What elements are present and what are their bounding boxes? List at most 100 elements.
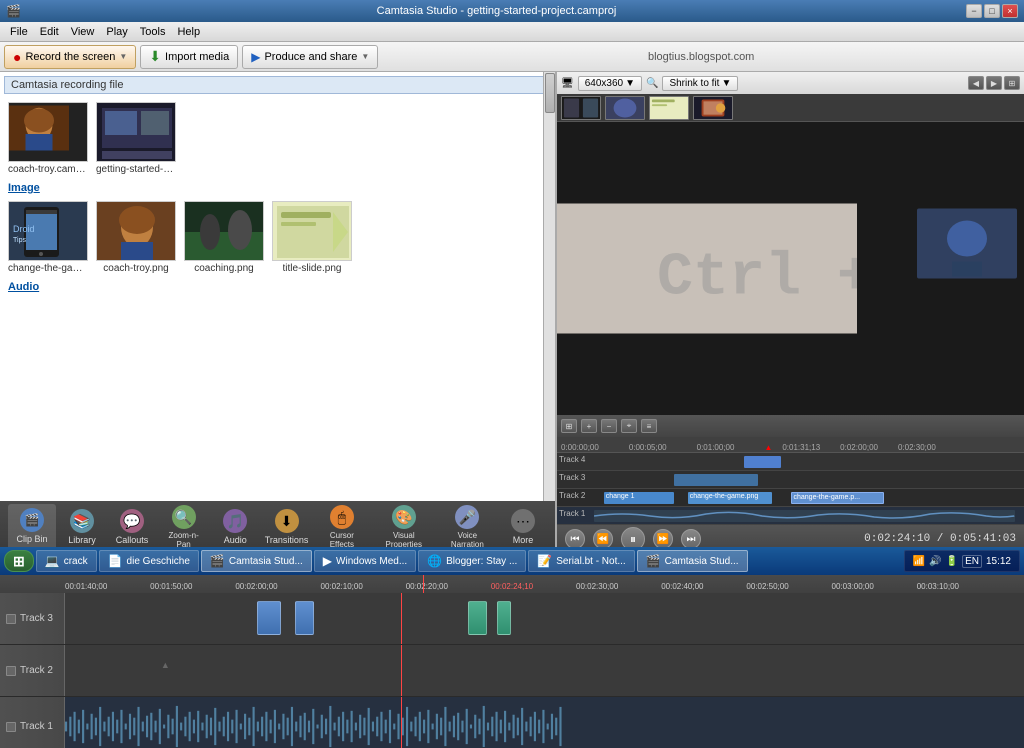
- main-timeline: 🔍 🔍 ✂ ⎘ 📋 🗑 ⚙ 00:01:40;00 00:01:50;00 00…: [0, 553, 1024, 748]
- mini-tl-btn5[interactable]: ≡: [641, 419, 657, 433]
- preview-thumb-1[interactable]: [561, 96, 601, 120]
- taskbar-item-die-geschichte[interactable]: 📄 die Geschiche: [99, 550, 199, 572]
- track-2-content[interactable]: ▲: [65, 645, 1024, 696]
- close-button[interactable]: ×: [1002, 4, 1018, 18]
- size-dropdown-arrow[interactable]: ▼: [625, 78, 635, 89]
- taskbar-item-serial[interactable]: 📝 Serial.bt - Not...: [528, 550, 634, 572]
- produce-share-button[interactable]: ▶ Produce and share ▼: [242, 45, 378, 69]
- preview-size-selector[interactable]: 640x360 ▼: [578, 76, 642, 91]
- track-clip[interactable]: [468, 601, 487, 635]
- video-preview-area: Ctrl +: [557, 122, 1024, 415]
- track-clip[interactable]: [497, 601, 511, 635]
- getting-started-thumb: [96, 102, 176, 162]
- produce-dropdown-arrow[interactable]: ▼: [361, 52, 369, 61]
- effects-tab-bar: 🎬 Clip Bin 📚 Library 💬 Callouts 🔍 Zoom-n…: [0, 501, 555, 553]
- minimize-button[interactable]: −: [966, 4, 982, 18]
- coach-troy-camrec-thumb: [8, 102, 88, 162]
- mini-track-3: Track 3: [557, 471, 1024, 489]
- taskbar-item-blogger[interactable]: 🌐 Blogger: Stay ...: [418, 550, 526, 572]
- track-3-label: Track 3: [0, 593, 65, 644]
- clip-bin-scrollbar[interactable]: [543, 72, 555, 501]
- left-panel: Camtasia recording file coach-troy.camre…: [0, 72, 557, 553]
- list-item[interactable]: Droid Tips change-the-game...: [8, 201, 88, 274]
- menu-tools[interactable]: Tools: [134, 24, 172, 40]
- track-3-lock[interactable]: [6, 614, 16, 624]
- track-row-3: Track 3: [0, 593, 1024, 645]
- mini-timeline: ⊞ + − ⌖ ≡ 0:00:00;00 0:00:05;00 0:01:00;…: [557, 415, 1024, 525]
- track-row-2: Track 2 ▲: [0, 645, 1024, 697]
- mini-tl-btn4[interactable]: ⌖: [621, 419, 637, 433]
- video-media-grid: coach-troy.camrec getting-started-pr...: [0, 98, 555, 179]
- mini-tl-btn1[interactable]: ⊞: [561, 419, 577, 433]
- track-2-lock[interactable]: [6, 666, 16, 676]
- list-item[interactable]: coach-troy.png: [96, 201, 176, 274]
- record-dropdown-arrow[interactable]: ▼: [119, 52, 127, 61]
- track-3-content[interactable]: [65, 593, 1024, 644]
- tab-library[interactable]: 📚 Library: [58, 505, 106, 549]
- tab-voice-narration[interactable]: 🎤 Voice Narration: [438, 501, 497, 553]
- list-item[interactable]: coach-troy.camrec: [8, 102, 88, 175]
- tab-callouts[interactable]: 💬 Callouts: [108, 505, 156, 549]
- toolbar-watermark: blogtius.blogspot.com: [382, 51, 1020, 63]
- track-clip[interactable]: [257, 601, 281, 635]
- record-screen-button[interactable]: ● Record the screen ▼: [4, 45, 136, 69]
- menu-view[interactable]: View: [65, 24, 101, 40]
- camtasia-recording-section: Camtasia recording file: [4, 76, 551, 94]
- mini-tl-btn2[interactable]: +: [581, 419, 597, 433]
- tab-zoom-pan[interactable]: 🔍 Zoom-n-Pan: [158, 501, 209, 553]
- menu-file[interactable]: File: [4, 24, 34, 40]
- step-forward-button[interactable]: ⏩: [653, 529, 673, 549]
- track-1-label: Track 1: [0, 697, 65, 748]
- preview-toolbar: 🖥 640x360 ▼ 🔍 Shrink to fit ▼ ◀ ▶ ⊞: [557, 72, 1024, 94]
- tab-clip-bin[interactable]: 🎬 Clip Bin: [8, 504, 56, 550]
- preview-thumb-4[interactable]: [693, 96, 733, 120]
- list-item[interactable]: getting-started-pr...: [96, 102, 176, 175]
- list-item[interactable]: coaching.png: [184, 201, 264, 274]
- tab-audio[interactable]: 🎵 Audio: [211, 505, 259, 549]
- preview-thumb-2[interactable]: [605, 96, 645, 120]
- preview-btn-2[interactable]: ▶: [986, 76, 1002, 90]
- right-panel: 🖥 640x360 ▼ 🔍 Shrink to fit ▼ ◀ ▶ ⊞: [557, 72, 1024, 553]
- taskbar-item-crack[interactable]: 💻 crack: [36, 550, 97, 572]
- playback-time: 0:02:24:10 / 0:05:41:03: [864, 533, 1016, 545]
- taskbar-item-camtasia2[interactable]: 🎬 Camtasia Stud...: [637, 550, 748, 572]
- step-back-button[interactable]: ⏪: [593, 529, 613, 549]
- scrollbar-thumb[interactable]: [545, 73, 555, 113]
- track-1-lock[interactable]: [6, 722, 16, 732]
- start-button[interactable]: ⊞: [4, 550, 34, 572]
- produce-icon: ▶: [251, 50, 260, 64]
- fit-mode-selector[interactable]: Shrink to fit ▼: [662, 76, 738, 91]
- maximize-button[interactable]: □: [984, 4, 1000, 18]
- taskbar: ⊞ 💻 crack 📄 die Geschiche 🎬 Camtasia Stu…: [0, 547, 1024, 575]
- track-row-1: Track 1: [0, 697, 1024, 748]
- taskbar-item-camtasia[interactable]: 🎬 Camtasia Stud...: [201, 550, 312, 572]
- menu-help[interactable]: Help: [171, 24, 206, 40]
- skip-to-end-button[interactable]: ⏭: [681, 529, 701, 549]
- preview-btn-1[interactable]: ◀: [968, 76, 984, 90]
- taskbar-item-windows-media[interactable]: ▶ Windows Med...: [314, 550, 416, 572]
- fit-dropdown-arrow[interactable]: ▼: [721, 78, 731, 89]
- window-title: Camtasia Studio - getting-started-projec…: [27, 5, 966, 17]
- preview-thumb-3[interactable]: [649, 96, 689, 120]
- menu-edit[interactable]: Edit: [34, 24, 65, 40]
- list-item[interactable]: title-slide.png: [272, 201, 352, 274]
- timeline-cursor: [423, 575, 424, 593]
- import-media-button[interactable]: ⬇ Import media: [140, 45, 238, 69]
- rewind-to-start-button[interactable]: ⏮: [565, 529, 585, 549]
- main-area: Camtasia recording file coach-troy.camre…: [0, 72, 1024, 553]
- main-toolbar: ● Record the screen ▼ ⬇ Import media ▶ P…: [0, 42, 1024, 72]
- record-icon: ●: [13, 49, 21, 65]
- mini-tl-btn3[interactable]: −: [601, 419, 617, 433]
- preview-btn-3[interactable]: ⊞: [1004, 76, 1020, 90]
- title-slide-png-thumb: [272, 201, 352, 261]
- track-1-content[interactable]: [65, 697, 1024, 748]
- tab-more[interactable]: ⋯ More: [499, 505, 547, 549]
- svg-text:Droid: Droid: [13, 224, 35, 234]
- tab-visual-properties[interactable]: 🎨 Visual Properties: [372, 501, 436, 553]
- track-cursor: [401, 697, 402, 748]
- track-clip[interactable]: [295, 601, 314, 635]
- language-indicator[interactable]: EN: [962, 555, 982, 568]
- tab-cursor-effects[interactable]: 🖱 Cursor Effects: [314, 501, 370, 553]
- menu-play[interactable]: Play: [100, 24, 133, 40]
- tab-transitions[interactable]: ⬇ Transitions: [261, 505, 312, 549]
